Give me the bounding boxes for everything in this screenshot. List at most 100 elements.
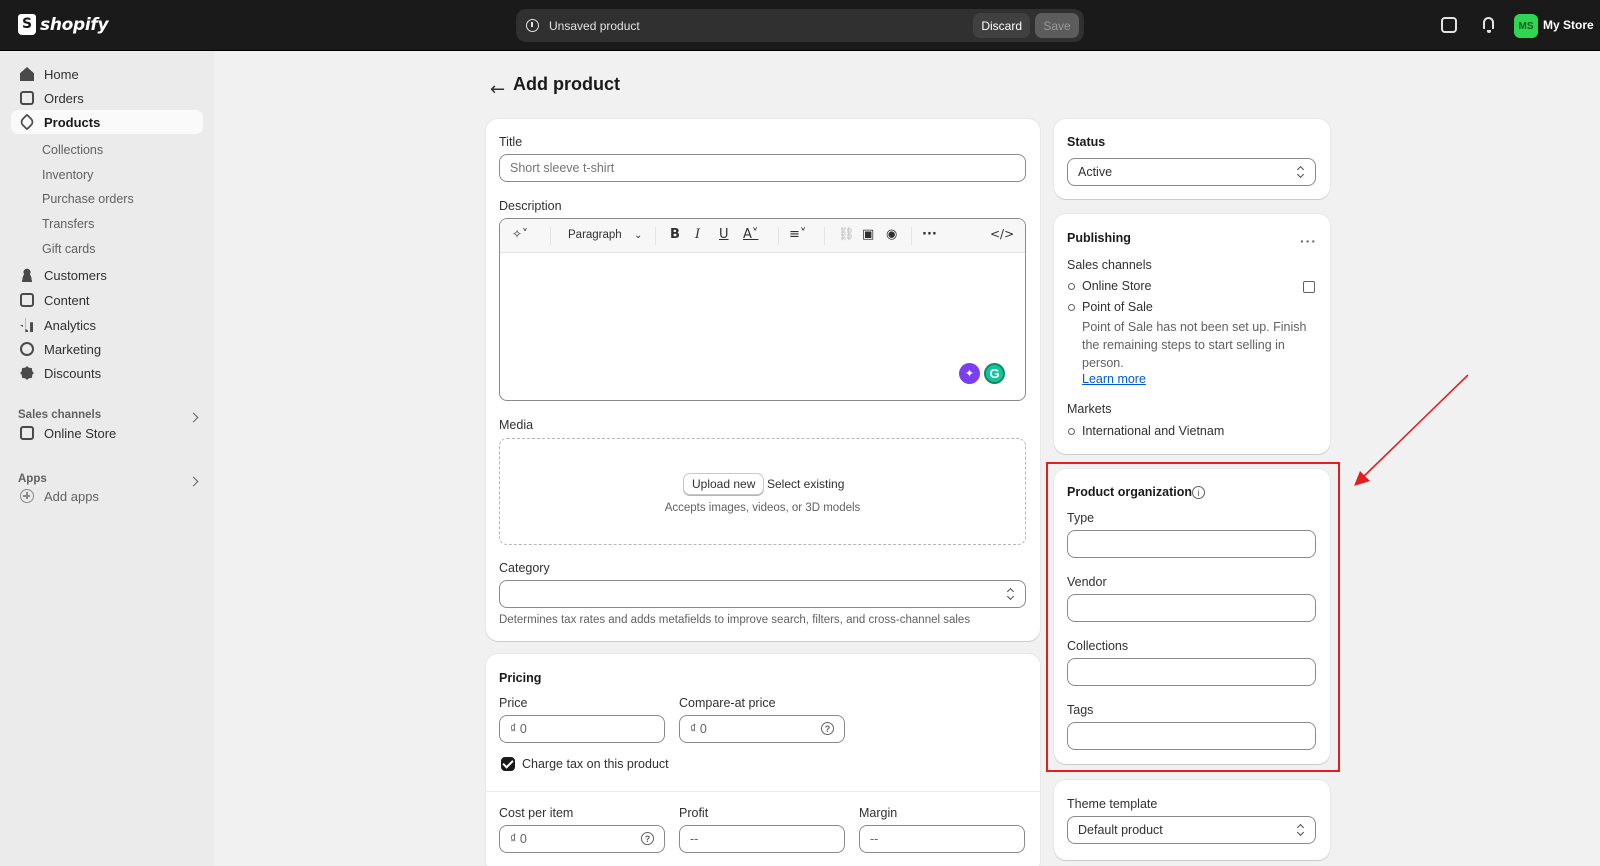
avatar[interactable]: MS	[1514, 14, 1538, 38]
price-input[interactable]: ₫ 0	[499, 715, 665, 743]
channel-point-of-sale: Point of Sale	[1082, 300, 1153, 314]
select-existing-button[interactable]: Select existing	[767, 477, 844, 491]
annotation-arrow-icon	[1354, 374, 1469, 486]
status-dot-icon	[1068, 428, 1075, 435]
sidebar-subitem-collections[interactable]: Collections	[42, 143, 103, 157]
sidebar-item-label: Orders	[44, 90, 84, 106]
channel-online-store: Online Store	[1082, 279, 1152, 293]
bold-icon[interactable]: B	[670, 227, 680, 242]
home-icon	[20, 67, 34, 81]
back-arrow-icon[interactable]: ←	[490, 79, 505, 100]
sidebar-item-content[interactable]: Content	[11, 288, 203, 312]
store-name[interactable]: My Store	[1543, 18, 1594, 32]
help-circle-icon[interactable]: ?	[821, 722, 834, 735]
sidebar-item-home[interactable]: Home	[11, 62, 203, 86]
ai-sparkle-icon[interactable]: ✦	[959, 363, 980, 384]
publishing-heading: Publishing	[1067, 231, 1131, 245]
profit-label: Profit	[679, 806, 709, 820]
orders-icon	[20, 91, 34, 105]
pos-note: Point of Sale has not been set up. Finis…	[1082, 320, 1307, 370]
sidebar-item-discounts[interactable]: Discounts	[11, 361, 203, 385]
title-input[interactable]	[499, 154, 1026, 182]
sidebar-item-online-store[interactable]: Online Store	[11, 421, 203, 445]
cost-label: Cost per item	[499, 806, 574, 820]
italic-icon[interactable]: I	[695, 227, 700, 242]
margin-input: --	[859, 825, 1025, 853]
description-label: Description	[499, 199, 562, 213]
underline-icon[interactable]: U	[719, 227, 729, 242]
code-icon[interactable]: </>	[990, 227, 1014, 241]
store-icon	[20, 426, 34, 440]
sidebar-item-label: Marketing	[44, 341, 102, 357]
chevron-updown-icon	[1297, 824, 1305, 836]
save-button[interactable]: Save	[1035, 13, 1079, 38]
media-label: Media	[499, 418, 534, 432]
sidebar-item-add-apps[interactable]: Add apps	[11, 484, 203, 508]
unsaved-text: Unsaved product	[549, 18, 640, 33]
status-value: Active	[1078, 165, 1113, 179]
magic-wand-icon[interactable]: ✧˅	[512, 227, 528, 241]
sidebar-item-orders[interactable]: Orders	[11, 86, 203, 110]
market-value: International and Vietnam	[1082, 424, 1225, 438]
cost-input[interactable]: ₫ 0 ?	[499, 825, 665, 853]
theme-template-label: Theme template	[1067, 797, 1158, 811]
profit-input: --	[679, 825, 845, 853]
sidebar-item-customers[interactable]: Customers	[11, 263, 203, 287]
sidebar-subitem-inventory[interactable]: Inventory	[42, 168, 93, 182]
sidebar-item-label: Add apps	[44, 488, 99, 504]
paragraph-select[interactable]: Paragraph	[568, 229, 622, 241]
more-horizontal-icon[interactable]: ···	[1300, 233, 1317, 249]
sidebar-subitem-gift-cards[interactable]: Gift cards	[42, 242, 96, 256]
sidebar-item-label: Online Store	[44, 425, 117, 441]
markets-label: Markets	[1067, 402, 1112, 416]
alert-circle-icon	[526, 19, 539, 32]
bell-icon[interactable]	[1481, 17, 1497, 33]
charge-tax-checkbox[interactable]	[501, 757, 515, 771]
media-help-text: Accepts images, videos, or 3D models	[664, 502, 861, 514]
title-label: Title	[499, 135, 523, 149]
compare-price-label: Compare-at price	[679, 696, 776, 710]
sidebar-subitem-purchase-orders[interactable]: Purchase orders	[42, 192, 134, 206]
category-select[interactable]	[499, 580, 1026, 608]
discard-button[interactable]: Discard	[973, 13, 1030, 38]
pricing-heading: Pricing	[499, 671, 542, 685]
description-editor[interactable]: ✧˅ Paragraph ⌄ B I U A˅ ≡˅ ⛓ ▣ ◉ ··· </>…	[499, 218, 1026, 401]
chevron-updown-icon	[1007, 588, 1015, 600]
sidebar-item-label: Products	[44, 114, 101, 130]
chevron-down-icon[interactable]: ⌄	[634, 230, 642, 241]
help-circle-icon[interactable]: ?	[641, 832, 654, 845]
image-icon[interactable]: ▣	[862, 227, 874, 242]
top-bar: shopify Unsaved product Discard Save MS …	[0, 0, 1600, 51]
video-icon[interactable]: ◉	[886, 227, 897, 242]
highlight-box	[1046, 462, 1340, 772]
sidebar: Home Orders Products Collections Invento…	[0, 51, 214, 866]
shopify-logo[interactable]: shopify	[18, 14, 109, 35]
sidebar-subitem-transfers[interactable]: Transfers	[42, 217, 94, 231]
status-dot-icon	[1068, 304, 1075, 311]
chevron-updown-icon	[1297, 166, 1305, 178]
sidekick-icon[interactable]	[1441, 17, 1457, 33]
editor-toolbar: ✧˅ Paragraph ⌄ B I U A˅ ≡˅ ⛓ ▣ ◉ ··· </>	[500, 219, 1025, 253]
status-select[interactable]: Active	[1067, 158, 1316, 186]
text-color-icon[interactable]: A˅	[743, 227, 758, 242]
sidebar-item-analytics[interactable]: Analytics	[11, 313, 203, 337]
theme-template-select[interactable]: Default product	[1067, 816, 1316, 844]
media-dropzone[interactable]: Upload new Select existing Accepts image…	[499, 438, 1026, 545]
more-icon[interactable]: ···	[922, 227, 937, 242]
learn-more-link[interactable]: Learn more	[1082, 372, 1146, 386]
content-icon	[20, 293, 34, 307]
upload-new-button[interactable]: Upload new	[683, 473, 765, 495]
align-icon[interactable]: ≡˅	[789, 227, 806, 242]
add-circle-icon	[20, 489, 34, 503]
logo-text: shopify	[40, 14, 109, 35]
grammarly-icon[interactable]: G	[984, 363, 1005, 384]
sales-channels-heading[interactable]: Sales channels	[18, 409, 101, 421]
discount-icon	[20, 366, 34, 380]
charge-tax-label: Charge tax on this product	[522, 757, 669, 771]
sales-channels-label: Sales channels	[1067, 258, 1152, 272]
calendar-schedule-icon[interactable]	[1303, 281, 1315, 293]
compare-price-input[interactable]: ₫ 0 ?	[679, 715, 845, 743]
link-icon[interactable]: ⛓	[838, 227, 855, 242]
sidebar-item-marketing[interactable]: Marketing	[11, 337, 203, 361]
sidebar-item-products[interactable]: Products	[11, 110, 203, 134]
